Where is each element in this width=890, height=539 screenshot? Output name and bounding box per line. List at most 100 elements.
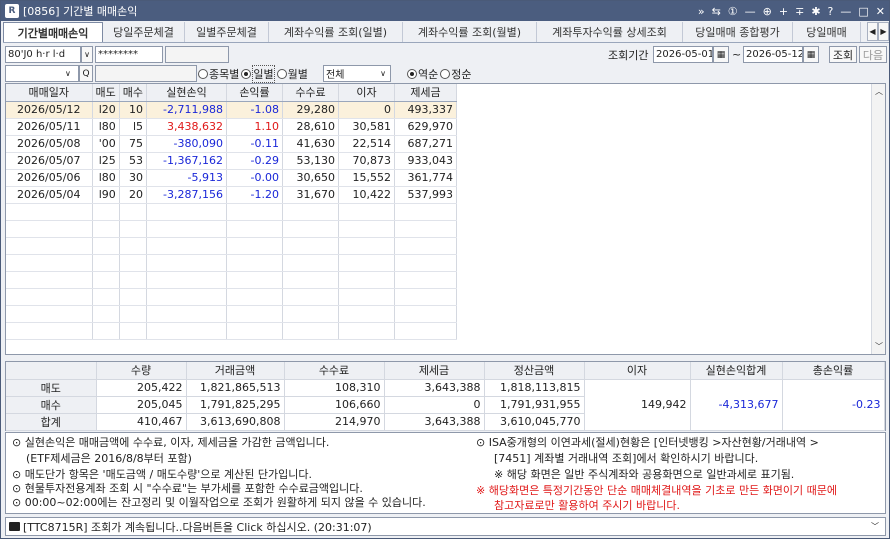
- expand-icon[interactable]: »: [698, 5, 705, 18]
- row-pnl: -3,287,156: [146, 186, 227, 204]
- tab-daily-orders[interactable]: 일별주문체결: [185, 22, 269, 42]
- settle-value: 1,791,931,955: [484, 396, 585, 414]
- search-icon[interactable]: Q: [79, 65, 93, 82]
- pin-icon[interactable]: ⊕: [763, 5, 772, 18]
- empty-cell: [226, 237, 283, 255]
- row-fee: 31,670: [282, 186, 339, 204]
- stock-name-field: [95, 65, 197, 82]
- col-date[interactable]: 매매일자: [6, 84, 93, 102]
- radio-circle: [198, 68, 208, 79]
- minimize-icon[interactable]: —: [840, 5, 851, 18]
- start-date-field[interactable]: 2026-05-01: [653, 46, 713, 63]
- table-row[interactable]: 2026/05/12 l20 10 -2,711,988 -1.08 29,280 0 493…: [6, 101, 457, 119]
- empty-cell: [92, 203, 120, 221]
- number-icon[interactable]: ①: [728, 5, 738, 18]
- table-row[interactable]: 2026/05/04 l90 20 -3,287,156 -1.20 31,670 10,4…: [6, 186, 457, 204]
- tab-prev-icon[interactable]: ◀: [867, 22, 878, 41]
- tab-return-monthly[interactable]: 계좌수익률 조회(월별): [403, 22, 537, 42]
- end-date-field[interactable]: 2026-05-12: [743, 46, 803, 63]
- empty-cell: [226, 271, 283, 289]
- dash-icon[interactable]: —: [745, 5, 756, 18]
- tab-return-daily[interactable]: 계좌수익률 조회(일별): [269, 22, 403, 42]
- empty-row: [6, 254, 457, 272]
- row-rate: -0.00: [226, 169, 283, 187]
- close-icon[interactable]: ✕: [876, 5, 885, 18]
- table-row[interactable]: 2026/05/07 l25 53 -1,367,162 -0.29 53,130 70,8…: [6, 152, 457, 170]
- empty-cell: [338, 271, 395, 289]
- period-tilde: ~: [732, 48, 742, 61]
- row-buy: 20: [119, 186, 148, 204]
- col-sell[interactable]: 매도: [92, 84, 120, 102]
- tab-period-pnl[interactable]: 기간별매매손익: [3, 22, 103, 42]
- account-name-field: [165, 46, 229, 63]
- layout-icon[interactable]: ∓: [795, 5, 804, 18]
- help-icon[interactable]: ?: [828, 5, 834, 18]
- table-row[interactable]: 2026/05/06 l80 30 -5,913 -0.00 30,650 15,552 36…: [6, 169, 457, 187]
- tab-today-orders[interactable]: 당일주문체결: [103, 22, 185, 42]
- password-field[interactable]: ********: [95, 46, 163, 63]
- account-dropdown-icon[interactable]: ∨: [81, 46, 93, 63]
- calendar-icon[interactable]: ▦: [713, 46, 729, 63]
- col-fee[interactable]: 수수료: [282, 84, 339, 102]
- radio-daily[interactable]: 일별: [241, 64, 275, 83]
- note-text: ⊙ ISA중개형의 이연과세(절세)현황은 [인터넷뱅킹 >자산현황/거래내역 …: [476, 436, 819, 449]
- amount-value: 1,791,825,295: [186, 396, 285, 414]
- radio-label: 역순: [418, 67, 439, 81]
- tab-today-eval[interactable]: 당일매매 종합평가: [683, 22, 793, 42]
- empty-cell: [282, 237, 339, 255]
- radio-forward[interactable]: 정순: [440, 66, 472, 82]
- tab-bar: 기간별매매손익 당일주문체결 일별주문체결 계좌수익률 조회(일별) 계좌수익률…: [3, 22, 889, 43]
- summary-corner: [6, 362, 97, 380]
- row-interest: 10,422: [338, 186, 395, 204]
- radio-reverse[interactable]: 역순: [407, 66, 438, 82]
- col-buy[interactable]: 매수: [119, 84, 148, 102]
- col-rate[interactable]: 손익률: [226, 84, 283, 102]
- radio-by-stock[interactable]: 종목별: [198, 66, 239, 82]
- row-fee: 53,130: [282, 152, 339, 170]
- empty-cell: [146, 271, 227, 289]
- settings-icon[interactable]: ✱: [811, 5, 820, 18]
- summary-panel: 수량 거래금액 수수료 제세금 정산금액 이자 실현손익합계 총손익률 매도 2…: [5, 361, 886, 431]
- row-tax: 933,043: [394, 152, 457, 170]
- calendar-icon[interactable]: ▦: [803, 46, 819, 63]
- note-text: ⊙ 실현손익은 매매금액에 수수료, 이자, 제세금을 가감한 금액입니다.: [12, 436, 330, 449]
- col-pnl[interactable]: 실현손익: [146, 84, 227, 102]
- type-select-value: 전체: [326, 70, 345, 81]
- tab-today-trade[interactable]: 당일매매: [793, 22, 861, 42]
- table-row[interactable]: 2026/05/11 l80 l5 3,438,632 1.10 28,610 30,581…: [6, 118, 457, 136]
- empty-cell: [338, 322, 395, 340]
- empty-cell: [226, 288, 283, 306]
- qty-value: 410,467: [96, 413, 187, 431]
- vertical-scrollbar[interactable]: ︿ ﹀: [871, 84, 885, 354]
- empty-cell: [92, 288, 120, 306]
- note-text: [7451] 계좌별 거래내역 조회]에서 확인하시기 바랍니다.: [494, 452, 759, 465]
- scroll-up-icon[interactable]: ︿: [875, 86, 883, 97]
- chevron-down-icon[interactable]: ﹀: [871, 521, 879, 532]
- empty-row: [6, 305, 457, 323]
- empty-cell: [226, 305, 283, 323]
- tab-return-detail[interactable]: 계좌투자수익률 상세조회: [537, 22, 683, 42]
- link-icon[interactable]: ⇆: [712, 5, 721, 18]
- col-interest[interactable]: 이자: [338, 84, 395, 102]
- empty-cell: [146, 220, 227, 238]
- empty-cell: [92, 237, 120, 255]
- scroll-down-icon[interactable]: ﹀: [875, 341, 883, 352]
- radio-monthly[interactable]: 월별: [276, 66, 308, 82]
- empty-cell: [119, 203, 148, 221]
- col-tax[interactable]: 제세금: [394, 84, 457, 102]
- maximize-icon[interactable]: □: [858, 5, 868, 18]
- row-tax: 361,774: [394, 169, 457, 187]
- plus-icon[interactable]: +: [779, 5, 788, 18]
- settle-value: 1,818,113,815: [484, 379, 585, 397]
- next-button[interactable]: 다음: [859, 46, 887, 63]
- type-select[interactable]: 전체 ∨: [323, 65, 391, 82]
- account-number-field[interactable]: 80'J0 h·r l·d: [5, 46, 81, 63]
- empty-cell: [394, 203, 457, 221]
- table-row[interactable]: 2026/05/08'00 75 -380,090 -0.11 41,630 22,514…: [6, 135, 457, 153]
- empty-cell: [394, 271, 457, 289]
- chevron-down-icon[interactable]: ∨: [65, 65, 71, 82]
- search-button[interactable]: 조회: [829, 46, 857, 63]
- tab-next-icon[interactable]: ▶: [878, 22, 889, 41]
- row-label: 매수: [6, 396, 97, 414]
- empty-cell: [338, 220, 395, 238]
